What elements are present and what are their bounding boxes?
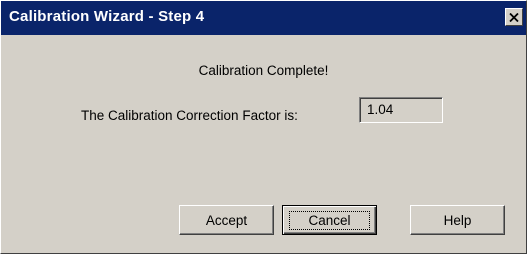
accept-button-label: Accept bbox=[205, 212, 248, 228]
calibration-wizard-dialog: Calibration Wizard - Step 4 Calibration … bbox=[0, 0, 527, 254]
title-bar: Calibration Wizard - Step 4 bbox=[1, 1, 526, 35]
accept-button[interactable]: Accept bbox=[179, 205, 274, 235]
factor-label: The Calibration Correction Factor is: bbox=[81, 108, 298, 123]
cancel-button-label: Cancel bbox=[289, 210, 370, 230]
help-button-label: Help bbox=[443, 212, 472, 228]
close-x-icon bbox=[509, 12, 519, 22]
close-button[interactable] bbox=[505, 8, 523, 26]
factor-value-field: 1.04 bbox=[359, 97, 443, 123]
cancel-button[interactable]: Cancel bbox=[282, 205, 377, 235]
window-title: Calibration Wizard - Step 4 bbox=[9, 8, 205, 25]
help-button[interactable]: Help bbox=[410, 205, 505, 235]
status-message: Calibration Complete! bbox=[198, 63, 329, 78]
